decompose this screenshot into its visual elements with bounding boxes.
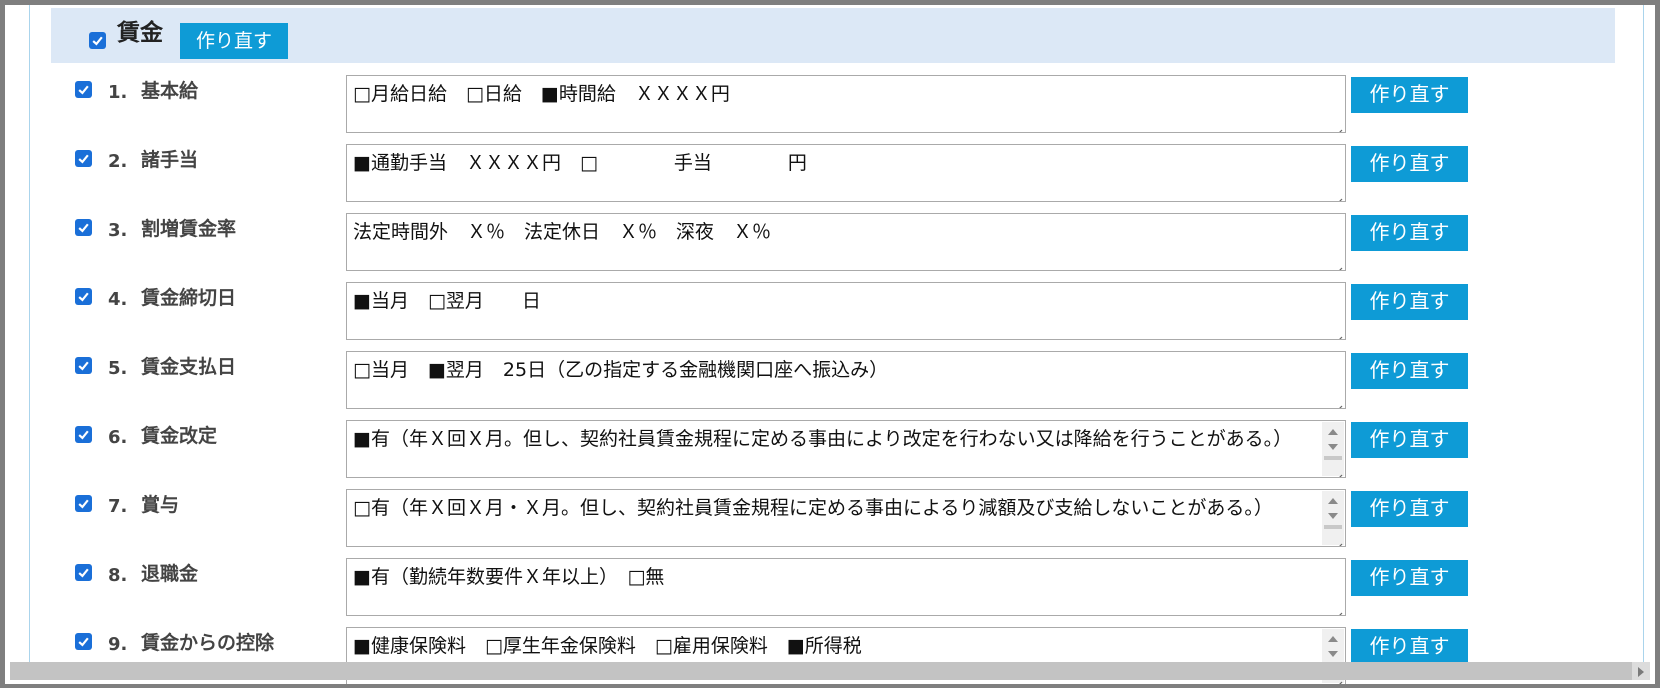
row-rebuild-button[interactable]: 作り直す bbox=[1351, 629, 1468, 665]
scroll-thumb[interactable] bbox=[1324, 525, 1342, 529]
check-icon bbox=[78, 499, 89, 509]
row-label: 割増賃金率 bbox=[141, 218, 237, 240]
check-icon bbox=[78, 568, 89, 578]
row-textarea-text: ■健康保険料 □厚生年金保険料 □雇用保険料 ■所得税 bbox=[353, 635, 862, 657]
row-textarea[interactable]: □月給日給 □日給 ■時間給 ＸＸＸＸ円 bbox=[346, 75, 1346, 133]
check-icon bbox=[78, 292, 89, 302]
scroll-up-arrow-icon[interactable] bbox=[1328, 636, 1338, 642]
row-rebuild-button[interactable]: 作り直す bbox=[1351, 422, 1468, 458]
row-checkbox[interactable] bbox=[75, 564, 92, 581]
row-textarea-text: ■通勤手当 ＸＸＸＸ円 □ 手当 円 bbox=[353, 152, 807, 174]
resize-grip-icon[interactable] bbox=[1331, 325, 1343, 339]
scroll-up-arrow-icon[interactable] bbox=[1328, 429, 1338, 435]
section-checkbox[interactable] bbox=[89, 32, 106, 49]
resize-grip-icon[interactable] bbox=[1331, 532, 1343, 546]
resize-grip-icon[interactable] bbox=[1331, 463, 1343, 477]
row-number: 2. bbox=[108, 151, 128, 172]
row-number: 1. bbox=[108, 82, 128, 103]
row-textarea[interactable]: ■通勤手当 ＸＸＸＸ円 □ 手当 円 bbox=[346, 144, 1346, 202]
row-label: 賃金締切日 bbox=[141, 287, 237, 309]
row-textarea[interactable]: □有（年Ｘ回Ｘ月・Ｘ月。但し、契約社員賃金規程に定める事由によるり減額及び支給し… bbox=[346, 489, 1346, 547]
row-label: 賃金支払日 bbox=[141, 356, 237, 378]
row-textarea[interactable]: ■有（年Ｘ回Ｘ月。但し、契約社員賃金規程に定める事由により改定を行わない又は降給… bbox=[346, 420, 1346, 478]
section-title: 賃金 bbox=[117, 20, 163, 46]
row-number: 6. bbox=[108, 427, 128, 448]
row-label: 賞与 bbox=[141, 494, 180, 516]
row-textarea-text: ■有（勤続年数要件Ｘ年以上） □無 bbox=[353, 566, 665, 588]
row-checkbox[interactable] bbox=[75, 495, 92, 512]
row-textarea-text: 法定時間外 Ｘ％ 法定休日 Ｘ％ 深夜 Ｘ％ bbox=[353, 221, 772, 243]
check-icon bbox=[78, 223, 89, 233]
row-textarea[interactable]: ■有（勤続年数要件Ｘ年以上） □無 bbox=[346, 558, 1346, 616]
row-textarea-text: □有（年Ｘ回Ｘ月・Ｘ月。但し、契約社員賃金規程に定める事由によるり減額及び支給し… bbox=[353, 497, 1273, 519]
page-frame: 賃金 作り直す 1. 基本給 □月給日給 □日給 ■時間給 ＸＸＸＸ円 作り直す 2. 諸… bbox=[0, 0, 1660, 688]
row-label: 賃金改定 bbox=[141, 425, 218, 447]
row-label: 諸手当 bbox=[141, 149, 199, 171]
row-number: 9. bbox=[108, 634, 128, 655]
row-textarea-text: ■当月 □翌月 日 bbox=[353, 290, 541, 312]
scroll-right-arrow-icon[interactable] bbox=[1638, 667, 1644, 677]
row-textarea[interactable]: 法定時間外 Ｘ％ 法定休日 Ｘ％ 深夜 Ｘ％ bbox=[346, 213, 1346, 271]
scroll-up-arrow-icon[interactable] bbox=[1328, 498, 1338, 504]
row-checkbox[interactable] bbox=[75, 219, 92, 236]
scroll-down-arrow-icon[interactable] bbox=[1328, 513, 1338, 519]
row-label: 基本給 bbox=[141, 80, 199, 102]
row-rebuild-button[interactable]: 作り直す bbox=[1351, 353, 1468, 389]
row-number: 8. bbox=[108, 565, 128, 586]
row-label: 賃金からの控除 bbox=[141, 632, 275, 654]
row-label: 退職金 bbox=[141, 563, 199, 585]
row-textarea-text: □当月 ■翌月 25日（乙の指定する金融機関口座へ振込み） bbox=[353, 359, 889, 381]
row-checkbox[interactable] bbox=[75, 357, 92, 374]
resize-grip-icon[interactable] bbox=[1331, 601, 1343, 615]
check-icon bbox=[92, 36, 103, 46]
section-rebuild-button[interactable]: 作り直す bbox=[180, 23, 288, 59]
row-rebuild-button[interactable]: 作り直す bbox=[1351, 284, 1468, 320]
resize-grip-icon[interactable] bbox=[1331, 187, 1343, 201]
check-icon bbox=[78, 430, 89, 440]
check-icon bbox=[78, 637, 89, 647]
row-number: 3. bbox=[108, 220, 128, 241]
resize-grip-icon[interactable] bbox=[1331, 118, 1343, 132]
row-number: 5. bbox=[108, 358, 128, 379]
check-icon bbox=[78, 154, 89, 164]
row-rebuild-button[interactable]: 作り直す bbox=[1351, 560, 1468, 596]
check-icon bbox=[78, 361, 89, 371]
row-textarea-text: ■有（年Ｘ回Ｘ月。但し、契約社員賃金規程に定める事由により改定を行わない又は降給… bbox=[353, 428, 1293, 450]
scroll-down-arrow-icon[interactable] bbox=[1328, 651, 1338, 657]
row-rebuild-button[interactable]: 作り直す bbox=[1351, 77, 1468, 113]
row-textarea[interactable]: □当月 ■翌月 25日（乙の指定する金融機関口座へ振込み） bbox=[346, 351, 1346, 409]
row-checkbox[interactable] bbox=[75, 633, 92, 650]
row-checkbox[interactable] bbox=[75, 81, 92, 98]
row-checkbox[interactable] bbox=[75, 426, 92, 443]
scroll-down-arrow-icon[interactable] bbox=[1328, 444, 1338, 450]
row-checkbox[interactable] bbox=[75, 288, 92, 305]
check-icon bbox=[78, 85, 89, 95]
resize-grip-icon[interactable] bbox=[1331, 256, 1343, 270]
row-rebuild-button[interactable]: 作り直す bbox=[1351, 146, 1468, 182]
row-rebuild-button[interactable]: 作り直す bbox=[1351, 491, 1468, 527]
resize-grip-icon[interactable] bbox=[1331, 394, 1343, 408]
horizontal-scrollbar[interactable] bbox=[10, 662, 1650, 680]
row-rebuild-button[interactable]: 作り直す bbox=[1351, 215, 1468, 251]
row-textarea[interactable]: ■当月 □翌月 日 bbox=[346, 282, 1346, 340]
row-checkbox[interactable] bbox=[75, 150, 92, 167]
row-textarea-text: □月給日給 □日給 ■時間給 ＸＸＸＸ円 bbox=[353, 83, 730, 105]
row-number: 7. bbox=[108, 496, 128, 517]
row-number: 4. bbox=[108, 289, 128, 310]
scroll-thumb[interactable] bbox=[1324, 456, 1342, 460]
